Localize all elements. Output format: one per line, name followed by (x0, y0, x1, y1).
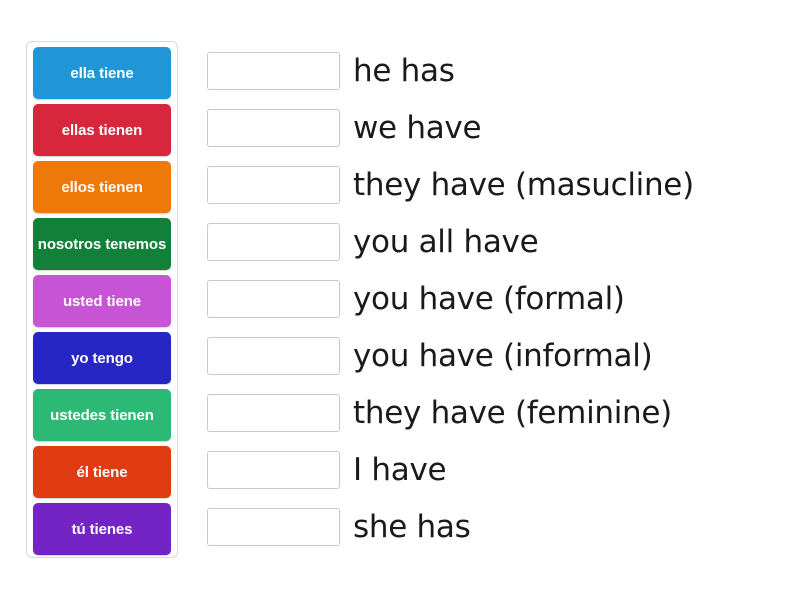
draggable-tiles-panel: ella tiene ellas tienen ellos tienen nosotr… (26, 41, 178, 558)
answer-dropzone[interactable] (207, 223, 340, 261)
answer-row: he has (207, 52, 792, 109)
answer-row-label: we have (353, 110, 482, 146)
answer-row: they have (masucline) (207, 166, 792, 223)
draggable-tile[interactable]: ella tiene (33, 47, 171, 99)
answer-dropzone[interactable] (207, 166, 340, 204)
answer-row-label: they have (feminine) (353, 395, 672, 431)
answer-row-label: you have (informal) (353, 338, 653, 374)
match-up-activity: ella tiene ellas tienen ellos tienen nosotr… (0, 0, 800, 600)
answer-dropzone[interactable] (207, 280, 340, 318)
draggable-tile[interactable]: ustedes tienen (33, 389, 171, 441)
answer-dropzone[interactable] (207, 337, 340, 375)
tiles-stack: ella tiene ellas tienen ellos tienen nosotr… (33, 47, 171, 555)
answer-dropzone[interactable] (207, 52, 340, 90)
draggable-tile-label: ustedes tienen (50, 406, 154, 424)
answer-rows: he has we have they have (masucline) you al… (207, 52, 792, 565)
draggable-tile[interactable]: usted tiene (33, 275, 171, 327)
answer-row-label: they have (masucline) (353, 167, 694, 203)
draggable-tile[interactable]: nosotros tenemos (33, 218, 171, 270)
answer-row: you have (informal) (207, 337, 792, 394)
answer-row-label: you all have (353, 224, 539, 260)
answer-row-label: she has (353, 509, 471, 545)
answer-dropzone[interactable] (207, 109, 340, 147)
answer-row-label: you have (formal) (353, 281, 625, 317)
draggable-tile-label: ellas tienen (61, 121, 143, 139)
draggable-tile-label: yo tengo (71, 349, 133, 367)
answer-row: I have (207, 451, 792, 508)
draggable-tile[interactable]: ellas tienen (33, 104, 171, 156)
answer-row-label: he has (353, 53, 455, 89)
answer-row: you have (formal) (207, 280, 792, 337)
draggable-tile[interactable]: ellos tienen (33, 161, 171, 213)
draggable-tile-label: usted tiene (62, 292, 142, 310)
answer-row: she has (207, 508, 792, 565)
draggable-tile[interactable]: él tiene (33, 446, 171, 498)
answer-row: you all have (207, 223, 792, 280)
draggable-tile[interactable]: tú tienes (33, 503, 171, 555)
answer-dropzone[interactable] (207, 508, 340, 546)
draggable-tile-label: tú tienes (71, 520, 133, 538)
answer-row-label: I have (353, 452, 447, 488)
draggable-tile-label: ellos tienen (61, 178, 143, 196)
draggable-tile[interactable]: yo tengo (33, 332, 171, 384)
draggable-tile-label: ella tiene (70, 64, 134, 82)
draggable-tile-label: él tiene (76, 463, 128, 481)
answer-row: they have (feminine) (207, 394, 792, 451)
answer-dropzone[interactable] (207, 394, 340, 432)
answer-row: we have (207, 109, 792, 166)
draggable-tile-label: nosotros tenemos (37, 235, 167, 253)
answer-dropzone[interactable] (207, 451, 340, 489)
